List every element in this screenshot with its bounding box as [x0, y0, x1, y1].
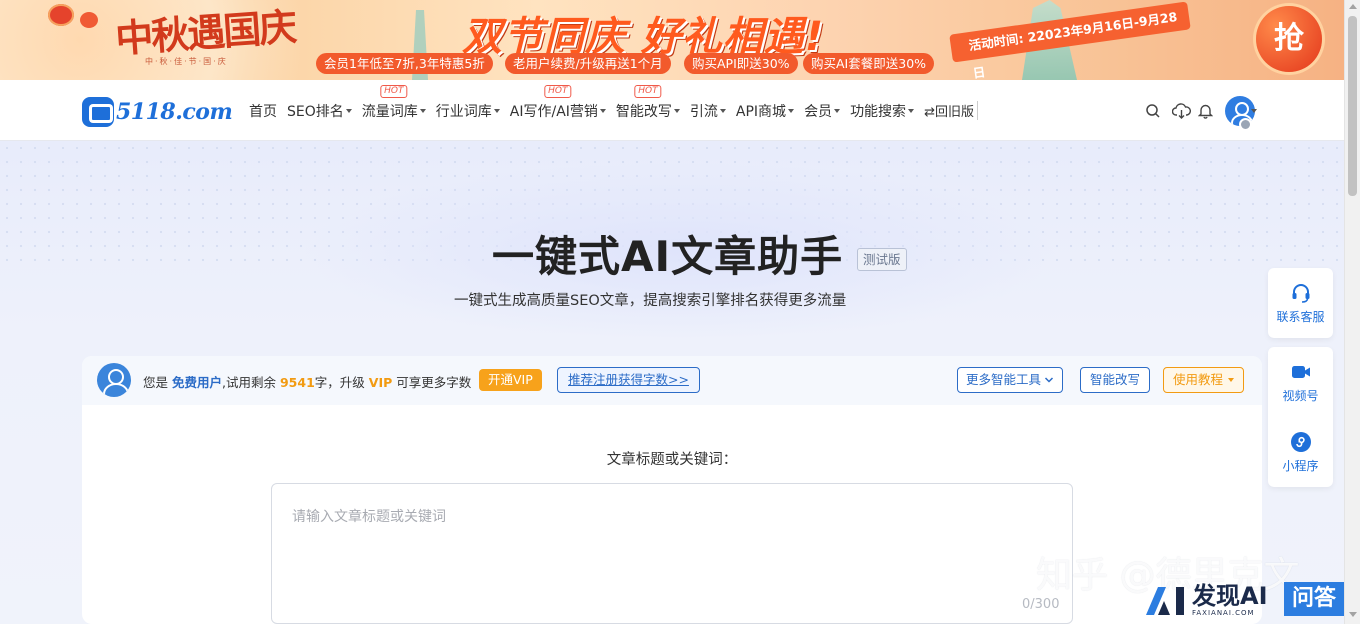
user-avatar	[97, 363, 131, 397]
video-channel-button[interactable]: 视频号	[1268, 347, 1333, 417]
caret-down-icon[interactable]	[1251, 109, 1257, 113]
offer-pill: 会员1年低至7折,3年特惠5折	[316, 53, 493, 74]
support-panel: 联系客服	[1268, 268, 1333, 338]
nav-item-home[interactable]: 首页	[249, 101, 277, 121]
faxianai-qa-badge: 问答	[1284, 582, 1344, 616]
nav-label: 首页	[249, 103, 277, 120]
promo-banner[interactable]: 中秋遇国庆 中·秋·佳·节·国·庆 双节同庆 好礼相遇! 会员1年低至7折,3年…	[0, 0, 1344, 80]
tutorial-label: 使用教程	[1173, 372, 1224, 387]
site-logo[interactable]: 5118.com	[82, 97, 233, 127]
keyword-input[interactable]	[271, 483, 1073, 624]
nav-item-ai-writing[interactable]: HOT AI写作/AI营销	[509, 84, 606, 121]
user-type: 免费用户	[172, 375, 223, 390]
video-label: 视频号	[1282, 388, 1319, 403]
faxianai-domain: FAXIANAI.COM	[1192, 608, 1255, 617]
nav-label: API商城	[735, 103, 787, 120]
offer-pill: 老用户续费/升级再送1个月	[505, 53, 671, 74]
caret-down-icon	[599, 108, 606, 113]
nav-label: 流量词库	[361, 103, 418, 120]
more-tools-label: 更多智能工具	[966, 372, 1042, 387]
hot-badge: HOT	[380, 84, 408, 98]
festival-logo-sub: 中·秋·佳·节·国·庆	[145, 57, 228, 66]
mini-program-label: 小程序	[1282, 458, 1319, 473]
page-scrollbar[interactable]	[1344, 0, 1360, 624]
caret-down-icon	[788, 108, 795, 113]
remaining-count: 9541	[279, 375, 315, 390]
faxianai-logo: 发现AI FAXIANAI.COM	[1144, 580, 1268, 620]
nav-label: 会员	[804, 103, 833, 120]
faxianai-mark-icon	[1146, 587, 1184, 615]
caret-down-icon	[673, 108, 680, 113]
offer-pill: 购买API即送30%	[684, 53, 798, 74]
hot-badge: HOT	[634, 84, 662, 98]
nav-item-traffic-words[interactable]: HOT 流量词库	[361, 84, 426, 121]
register-reward-link[interactable]: 推荐注册获得字数>>	[557, 367, 700, 393]
quota-unit: 字，升级	[314, 375, 365, 390]
old-version-link[interactable]: ⇄回旧版	[924, 101, 978, 120]
quota-mid: ,试用剩余	[222, 375, 276, 390]
page-title: 一键式AI文章助手	[492, 232, 844, 281]
caret-down-icon	[1228, 378, 1235, 382]
nav-item-api-store[interactable]: API商城	[735, 101, 795, 121]
faxianai-name: 发现AI	[1192, 581, 1268, 610]
quota-suffix: 可享更多字数	[396, 375, 472, 390]
quota-bar: 您是 免费用户,试用剩余 9541字，升级 VIP 可享更多字数 开通VIP 推…	[82, 356, 1262, 405]
logo-mark-icon	[82, 97, 114, 127]
caret-down-icon	[908, 108, 915, 113]
nav-label: 智能改写	[615, 103, 672, 120]
offer-pill: 购买AI套餐即送30%	[803, 53, 935, 74]
field-label: 文章标题或关键词：	[606, 452, 738, 468]
nav-item-traffic[interactable]: 引流	[690, 101, 726, 121]
nav-item-smart-rewrite[interactable]: HOT 智能改写	[615, 84, 680, 121]
beta-badge: 测试版	[857, 248, 907, 271]
nav-menu: 首页 SEO排名 HOT 流量词库 行业词库 HOT AI写作/AI营销 HOT 智能…	[249, 80, 978, 141]
lantern-icon	[80, 12, 98, 28]
cloud-download-icon[interactable]	[1171, 101, 1191, 121]
quota-prefix: 您是	[143, 375, 169, 390]
caret-down-icon	[719, 108, 726, 113]
nav-icons	[1143, 96, 1255, 126]
nav-label: AI写作/AI营销	[509, 103, 598, 120]
caret-down-icon	[834, 108, 841, 113]
open-vip-button[interactable]: 开通VIP	[479, 369, 542, 391]
grab-button[interactable]: 抢	[1256, 6, 1322, 72]
caret-down-icon	[493, 108, 500, 113]
quota-text: 您是 免费用户,试用剩余 9541字，升级 VIP 可享更多字数	[143, 372, 471, 391]
more-tools-button[interactable]: 更多智能工具	[957, 367, 1064, 393]
nav-item-membership[interactable]: 会员	[804, 101, 841, 121]
lantern-icon	[48, 4, 74, 26]
vip-badge-icon	[1239, 118, 1252, 131]
scroll-up-icon[interactable]	[1349, 4, 1357, 9]
caret-down-icon	[345, 108, 352, 113]
smart-rewrite-button[interactable]: 智能改写	[1080, 367, 1151, 393]
contact-support-button[interactable]: 联系客服	[1268, 268, 1333, 338]
hot-badge: HOT	[544, 84, 572, 98]
support-label: 联系客服	[1276, 309, 1325, 324]
caret-down-icon	[419, 108, 426, 113]
scrollbar-thumb[interactable]	[1348, 16, 1357, 196]
nav-label: 行业词库	[435, 103, 492, 120]
tutorial-button[interactable]: 使用教程	[1163, 367, 1245, 393]
logo-text: 5118.com	[116, 99, 233, 125]
bell-icon[interactable]	[1195, 101, 1215, 121]
search-icon[interactable]	[1143, 101, 1163, 121]
top-nav: 5118.com 首页 SEO排名 HOT 流量词库 行业词库 HOT AI写作/A…	[0, 80, 1344, 141]
scroll-down-icon[interactable]	[1349, 612, 1357, 617]
mini-program-icon	[1290, 431, 1311, 452]
char-counter: 0/300	[1022, 597, 1060, 612]
nav-item-seo-rank[interactable]: SEO排名	[287, 101, 352, 121]
social-panel: 视频号 小程序	[1268, 347, 1333, 487]
nav-item-feature-search[interactable]: 功能搜索	[850, 101, 915, 121]
headset-icon	[1292, 283, 1309, 303]
mini-program-button[interactable]: 小程序	[1268, 417, 1333, 487]
chevron-down-icon	[1044, 377, 1054, 383]
page-subtitle: 一键式生成高质量SEO文章，提高搜索引擎排名获得更多流量	[454, 293, 847, 309]
faxianai-text: 发现AI FAXIANAI.COM	[1192, 584, 1268, 617]
vip-label: VIP	[368, 375, 393, 390]
nav-label: 功能搜索	[850, 103, 907, 120]
video-camera-icon	[1291, 365, 1310, 378]
nav-item-industry-words[interactable]: 行业词库	[436, 101, 500, 121]
nav-label: 引流	[689, 103, 718, 120]
nav-label: SEO排名	[287, 103, 344, 120]
